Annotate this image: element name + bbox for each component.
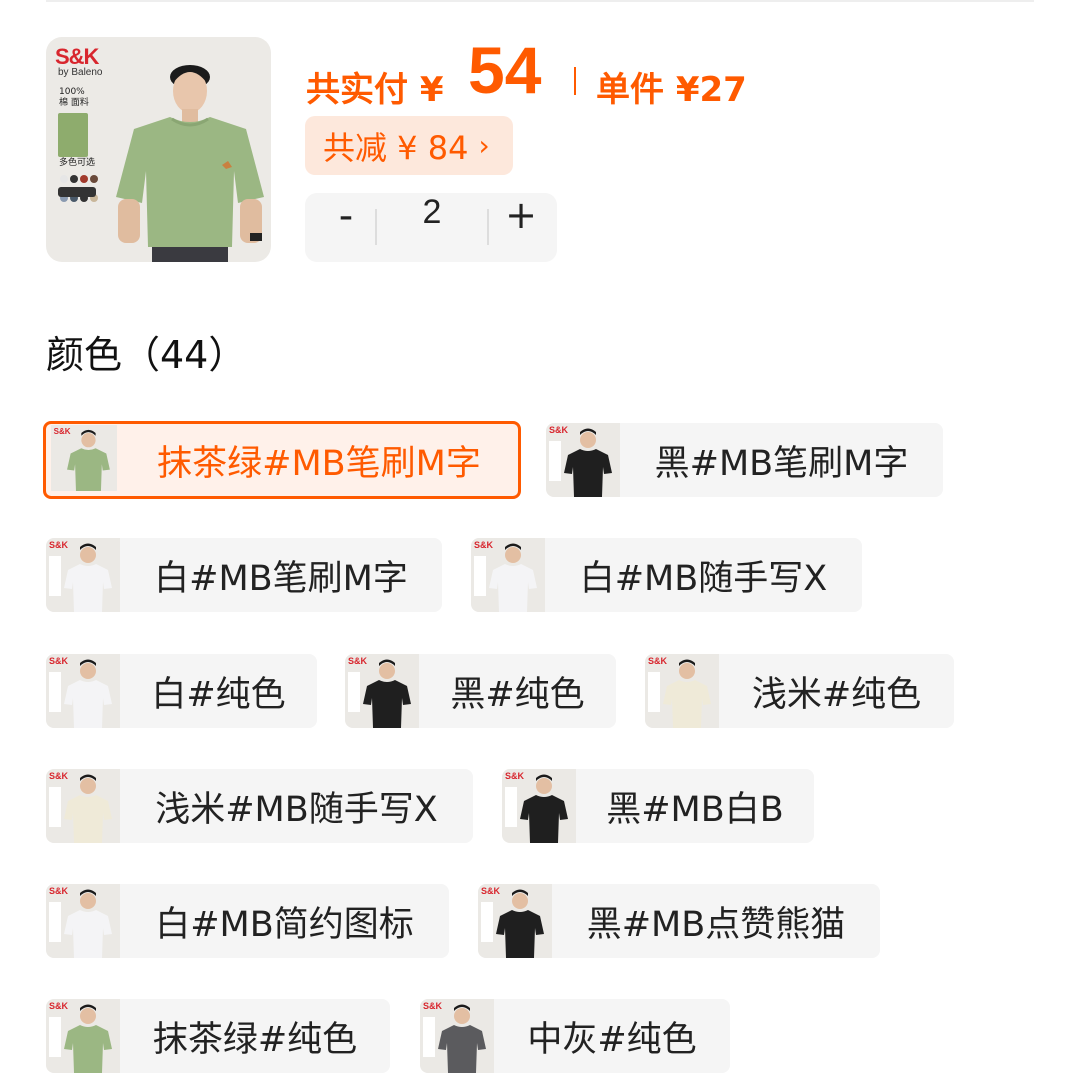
svg-text:S&K: S&K [648, 656, 668, 666]
unit-price: 单件 ¥27 [596, 70, 747, 110]
color-option-label: 黑#MB笔刷M字 [654, 443, 909, 484]
color-option-white-mb-brush[interactable]: S&K 白#MB笔刷M字 [46, 538, 442, 612]
color-option-label: 白#MB简约图标 [155, 904, 414, 945]
color-option-thumbnail: S&K [471, 538, 545, 612]
stepper-divider [487, 209, 489, 245]
color-option-thumbnail: S&K [546, 423, 620, 497]
model-photo [116, 65, 264, 262]
price-separator [574, 67, 576, 95]
svg-text:S&K: S&K [549, 425, 569, 435]
svg-text:S&K: S&K [348, 656, 368, 666]
color-option-black-plain[interactable]: S&K 黑#纯色 [345, 654, 616, 728]
svg-text:S&K: S&K [49, 1001, 69, 1011]
color-option-label: 浅米#纯色 [751, 674, 922, 715]
brand-subtitle: by Baleno [58, 67, 103, 78]
decrement-button[interactable]: - [317, 193, 375, 262]
svg-text:S&K: S&K [423, 1001, 443, 1011]
color-option-beige-mb-x[interactable]: S&K 浅米#MB随手写X [46, 769, 473, 843]
color-option-beige-plain[interactable]: S&K 浅米#纯色 [645, 654, 954, 728]
total-paid-amount: 54 [468, 33, 542, 107]
color-option-label: 黑#MB点赞熊猫 [586, 904, 846, 945]
color-option-label: 浅米#MB随手写X [155, 789, 438, 830]
color-option-thumbnail: S&K [46, 654, 120, 728]
increment-button[interactable]: + [491, 193, 551, 262]
colors-tag: 多色可选 [59, 158, 96, 168]
color-option-label: 中灰#纯色 [527, 1019, 697, 1060]
svg-text:S&K: S&K [49, 886, 69, 896]
color-option-label: 白#MB笔刷M字 [154, 558, 408, 599]
color-option-black-mb-panda[interactable]: S&K 黑#MB点赞熊猫 [478, 884, 880, 958]
fabric-swatch [58, 113, 88, 157]
top-divider [46, 0, 1034, 2]
feature-pill [58, 187, 96, 197]
svg-text:S&K: S&K [505, 771, 525, 781]
color-option-thumbnail: S&K [345, 654, 419, 728]
svg-text:S&K: S&K [49, 656, 69, 666]
color-option-thumbnail: S&K [51, 425, 117, 491]
product-image[interactable]: S&K by Baleno 100%棉 面料 多色可选 [46, 37, 271, 262]
color-option-thumbnail: S&K [645, 654, 719, 728]
color-option-black-mb-brush[interactable]: S&K 黑#MB笔刷M字 [546, 423, 943, 497]
color-option-thumbnail: S&K [420, 999, 494, 1073]
discount-label: 共减 ¥ 84 [323, 128, 469, 167]
color-option-matcha-mb-brush[interactable]: S&K 抹茶绿#MB笔刷M字 [43, 421, 521, 499]
color-option-label: 黑#MB白B [606, 789, 784, 830]
svg-text:S&K: S&K [54, 427, 71, 436]
color-option-white-mb-x[interactable]: S&K 白#MB随手写X [471, 538, 862, 612]
discount-badge[interactable]: 共减 ¥ 84 › [305, 116, 513, 175]
color-option-matcha-plain[interactable]: S&K 抹茶绿#纯色 [46, 999, 390, 1073]
color-option-label: 黑#纯色 [450, 674, 585, 715]
color-option-label: 白#MB随手写X [579, 558, 828, 599]
svg-text:S&K: S&K [49, 540, 69, 550]
svg-text:S&K: S&K [481, 886, 501, 896]
color-option-white-plain[interactable]: S&K 白#纯色 [46, 654, 317, 728]
quantity-value[interactable]: 2 [377, 193, 487, 262]
quantity-stepper[interactable]: - 2 + [305, 193, 557, 262]
total-paid-label: 共实付 ¥ [306, 70, 444, 110]
color-option-thumbnail: S&K [46, 884, 120, 958]
color-option-label: 抹茶绿#纯色 [152, 1019, 358, 1060]
color-section-title: 颜色（44） [46, 333, 247, 377]
color-option-black-mb-white-b[interactable]: S&K 黑#MB白B [502, 769, 814, 843]
color-option-thumbnail: S&K [478, 884, 552, 958]
color-option-thumbnail: S&K [502, 769, 576, 843]
svg-text:S&K: S&K [474, 540, 494, 550]
color-option-thumbnail: S&K [46, 999, 120, 1073]
color-option-white-mb-icon[interactable]: S&K 白#MB简约图标 [46, 884, 449, 958]
color-option-thumbnail: S&K [46, 769, 120, 843]
material-tag: 100%棉 面料 [59, 87, 89, 108]
color-option-mid-grey-plain[interactable]: S&K 中灰#纯色 [420, 999, 730, 1073]
svg-text:S&K: S&K [49, 771, 69, 781]
color-option-label: 白#纯色 [151, 674, 286, 715]
chevron-right-icon: › [478, 129, 490, 162]
color-option-thumbnail: S&K [46, 538, 120, 612]
color-option-label: 抹茶绿#MB笔刷M字 [157, 443, 481, 484]
